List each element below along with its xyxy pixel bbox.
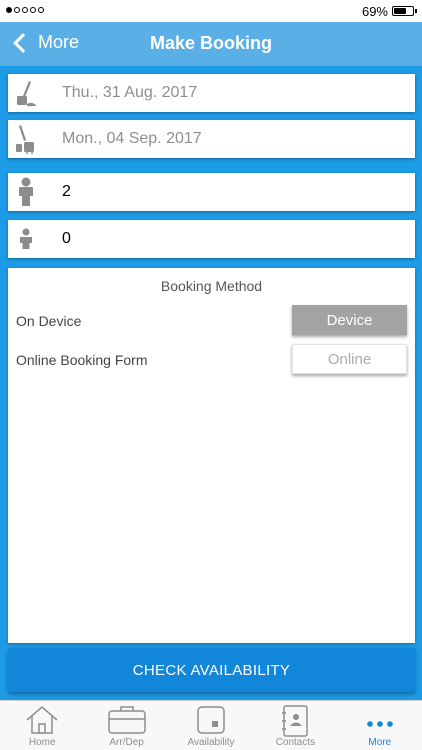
tab-home[interactable]: Home (0, 701, 84, 750)
tab-label: Arr/Dep (109, 737, 144, 748)
departure-icon (8, 124, 44, 154)
tab-label: Home (28, 737, 56, 748)
online-button[interactable]: Online (292, 344, 407, 374)
tab-label: Contacts (275, 737, 316, 748)
home-icon (25, 705, 59, 740)
arrival-date-field[interactable]: Thu., 31 Aug. 2017 (8, 74, 415, 112)
adult-person-icon (8, 177, 44, 207)
arrival-icon (8, 79, 44, 107)
booking-method-title: Booking Method (160, 278, 263, 294)
arrival-date-value: Thu., 31 Aug. 2017 (62, 84, 198, 101)
tab-contacts[interactable]: Contacts (253, 701, 337, 750)
tab-arr-dep[interactable]: Arr/Dep (84, 701, 168, 750)
navigation-bar: More Make Booking (0, 22, 422, 66)
status-bar: 69% (0, 0, 422, 22)
adults-count: 2 (62, 183, 71, 200)
battery-percentage: 69% (361, 4, 388, 19)
tab-more[interactable]: More (338, 701, 422, 750)
tab-label: Availability (187, 737, 235, 748)
device-button[interactable]: Device (292, 305, 407, 335)
more-icon (366, 715, 394, 733)
tab-availability[interactable]: Availability (169, 701, 253, 750)
children-count: 0 (62, 230, 71, 247)
online-booking-label: Online Booking Form (16, 352, 148, 368)
check-availability-button[interactable]: CHECK AVAILABILITY (8, 648, 415, 692)
child-person-icon (8, 228, 44, 250)
page-title: Make Booking (149, 33, 273, 53)
departure-date-value: Mon., 04 Sep. 2017 (62, 130, 202, 147)
departure-date-field[interactable]: Mon., 04 Sep. 2017 (8, 120, 415, 158)
signal-icon (6, 7, 44, 13)
booking-method-panel: Booking Method On Device Device Online B… (8, 268, 415, 643)
children-field[interactable]: 0 (8, 220, 415, 258)
adults-field[interactable]: 2 (8, 173, 415, 211)
on-device-label: On Device (16, 313, 82, 329)
tab-label: More (368, 737, 392, 748)
battery-icon (392, 6, 417, 16)
tab-bar: Home Arr/Dep Availability Contacts More (0, 700, 422, 750)
suitcase-icon (107, 705, 147, 740)
availability-icon (196, 705, 226, 740)
